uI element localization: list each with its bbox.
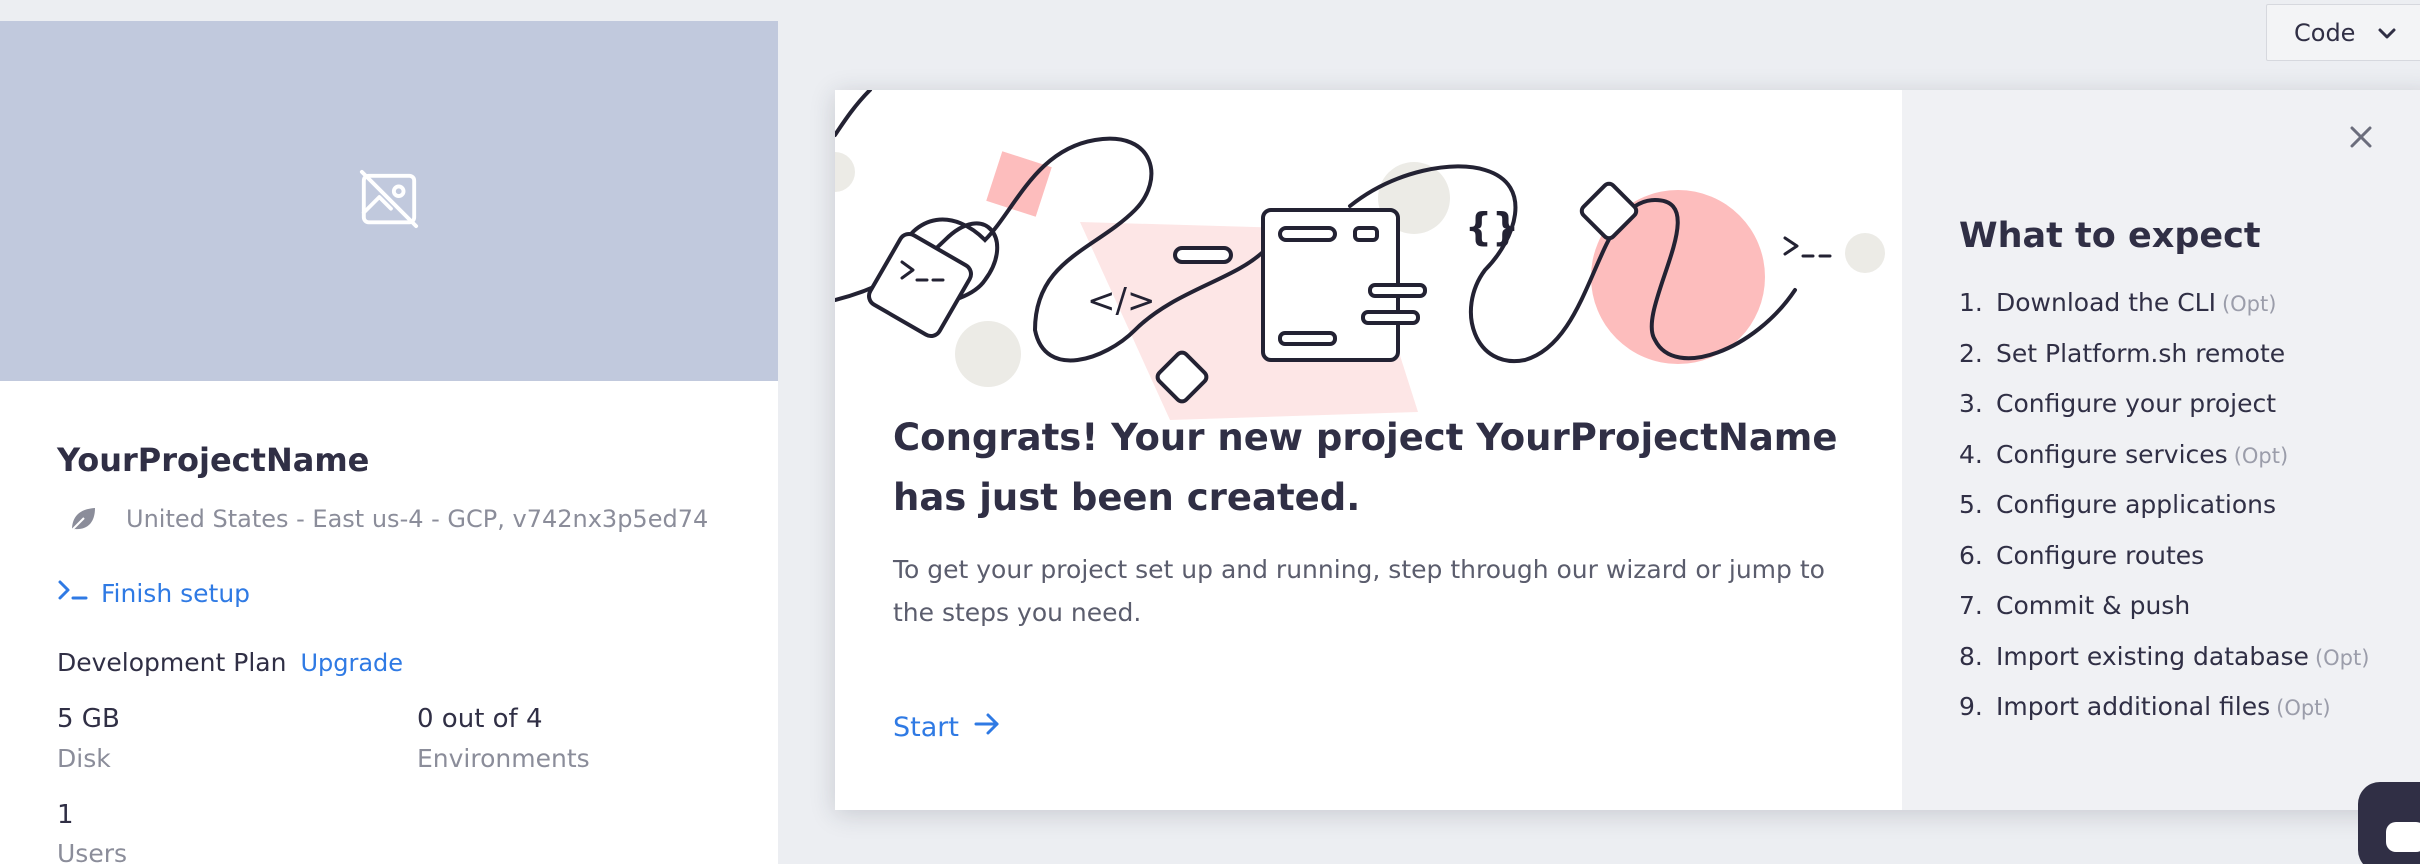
code-dropdown[interactable]: Code — [2266, 4, 2420, 61]
step-label: Import additional files — [1996, 692, 2271, 721]
disk-value: 5 GB — [57, 704, 120, 734]
step-label: Import existing database — [1996, 641, 2309, 671]
svg-text:</>: </> — [1087, 281, 1155, 321]
users-label: Users — [57, 839, 128, 864]
leaf-icon — [57, 499, 109, 539]
step-number: 2. — [1959, 338, 1983, 368]
step-number: 6. — [1959, 540, 1983, 570]
step-optional: (Opt) — [2314, 645, 2370, 670]
step-item: 4. Configure services (Opt) — [1959, 440, 2369, 491]
step-number: 3. — [1959, 389, 1983, 418]
start-button[interactable]: Start — [893, 712, 1001, 743]
finish-setup-link[interactable]: Finish setup — [57, 578, 250, 608]
project-region: United States - East us-4 - GCP, v742nx3… — [57, 499, 708, 539]
step-item: 2. Set Platform.sh remote — [1959, 339, 2369, 390]
plan-label: Development Plan — [57, 648, 287, 677]
step-item: 9. Import additional files (Opt) — [1959, 692, 2369, 743]
region-text: United States - East us-4 - GCP, v742nx3… — [126, 505, 709, 533]
chat-button[interactable] — [2358, 782, 2420, 864]
step-number: 1. — [1959, 288, 1983, 317]
what-to-expect-title: What to expect — [1959, 216, 2261, 256]
step-optional: (Opt) — [2233, 443, 2289, 468]
project-name: YourProjectName — [57, 441, 370, 479]
close-button[interactable] — [2343, 121, 2379, 157]
step-item: 7. Commit & push — [1959, 591, 2369, 642]
environments-value: 0 out of 4 — [417, 704, 543, 734]
step-optional: (Opt) — [2276, 696, 2331, 720]
step-item: 5. Configure applications — [1959, 490, 2369, 541]
step-label: Configure routes — [1996, 540, 2205, 570]
step-number: 8. — [1959, 641, 1983, 671]
chevron-down-icon — [2355, 19, 2397, 47]
step-item: 3. Configure your project — [1959, 389, 2369, 440]
steps-list: 1. Download the CLI (Opt) 2. Set Platform.s… — [1959, 288, 2369, 743]
step-optional: (Opt) — [2221, 292, 2277, 316]
image-off-icon — [358, 168, 420, 234]
start-label: Start — [893, 712, 959, 743]
svg-text:{}: {} — [1465, 205, 1519, 249]
step-number: 7. — [1959, 591, 1983, 620]
step-item: 6. Configure routes — [1959, 541, 2369, 592]
step-number: 9. — [1959, 692, 1983, 721]
step-label: Configure services — [1996, 439, 2228, 469]
arrow-right-icon — [959, 712, 1001, 743]
step-label: Configure applications — [1996, 490, 2277, 519]
modal-main: </> {} Congrats! Your new project YourPr… — [835, 90, 1902, 810]
modal-title: Congrats! Your new project YourProjectNa… — [893, 416, 1838, 519]
finish-setup-label: Finish setup — [101, 578, 251, 608]
step-label: Download the CLI — [1996, 288, 2216, 317]
step-item: 8. Import existing database (Opt) — [1959, 642, 2369, 693]
step-item: 1. Download the CLI (Opt) — [1959, 288, 2369, 339]
step-number: 5. — [1959, 490, 1983, 519]
chat-icon — [2386, 822, 2420, 852]
disk-label: Disk — [57, 744, 111, 773]
project-card: YourProjectName United States - East us-… — [0, 21, 778, 864]
plan-row: Development Plan Upgrade — [57, 648, 403, 677]
modal-description: To get your project set up and running, … — [893, 555, 1825, 627]
upgrade-link[interactable]: Upgrade — [300, 649, 403, 677]
terminal-prompt-icon — [57, 578, 101, 608]
step-label: Set Platform.sh remote — [1996, 338, 2286, 368]
step-number: 4. — [1959, 439, 1983, 469]
setup-modal: </> {} Congrats! Your new project YourPr… — [835, 90, 2420, 810]
close-icon — [2349, 125, 2373, 153]
step-label: Commit & push — [1996, 591, 2191, 620]
environments-label: Environments — [417, 744, 590, 773]
code-dropdown-label: Code — [2294, 18, 2356, 47]
what-to-expect-panel: What to expect 1. Download the CLI (Opt) 2… — [1902, 90, 2420, 810]
project-hero-image — [0, 21, 778, 381]
step-label: Configure your project — [1996, 389, 2277, 418]
modal-illustration: </> {} — [835, 90, 1885, 420]
users-value: 1 — [57, 800, 74, 830]
